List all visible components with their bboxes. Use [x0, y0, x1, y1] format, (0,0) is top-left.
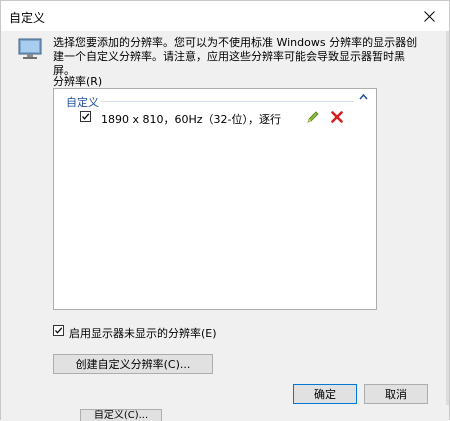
title-bar[interactable]: 自定义 — [1, 1, 449, 31]
close-icon — [423, 10, 435, 22]
dialog-title: 自定义 — [9, 11, 46, 25]
checkmark-icon — [82, 113, 90, 120]
item-checkbox[interactable] — [80, 111, 91, 122]
resolution-list[interactable]: 自定义 1890 x 810，60Hz（32-位），逐行 — [53, 88, 377, 310]
enable-checkbox[interactable] — [53, 325, 64, 336]
edit-pencil-icon[interactable] — [306, 110, 320, 124]
create-custom-resolution-button[interactable]: 创建自定义分辨率(C)... — [53, 354, 213, 374]
enable-unlisted-resolutions[interactable]: 启用显示器未显示的分辨率(E) — [53, 323, 313, 340]
delete-x-icon[interactable] — [331, 111, 343, 123]
close-button[interactable] — [409, 1, 449, 31]
background-custom-button[interactable]: 自定义(C)... — [80, 409, 162, 421]
background-window-edge — [446, 31, 449, 405]
monitor-icon — [18, 38, 42, 59]
instruction-text: 选择您要添加的分辨率。您可以为不使用标准 Windows 分辨率的显示器创建一个… — [53, 36, 418, 77]
list-item[interactable]: 1890 x 810，60Hz（32-位），逐行 — [80, 110, 370, 126]
chevron-up-icon[interactable] — [359, 93, 368, 101]
background-window-strip — [1, 405, 449, 421]
group-divider — [100, 101, 354, 102]
resolution-label: 分辨率(R) — [53, 75, 103, 88]
group-header-custom: 自定义 — [66, 96, 99, 109]
enable-checkbox-label: 启用显示器未显示的分辨率(E) — [69, 327, 217, 340]
checkmark-icon — [55, 327, 63, 334]
resolution-item-text: 1890 x 810，60Hz（32-位），逐行 — [101, 113, 282, 126]
ok-button[interactable]: 确定 — [293, 384, 357, 404]
cancel-button[interactable]: 取消 — [364, 384, 428, 404]
custom-resolution-dialog: 自定义 选择您要添加的分辨率。您可以为不使用标准 Windows 分辨率的显示器… — [0, 0, 450, 421]
